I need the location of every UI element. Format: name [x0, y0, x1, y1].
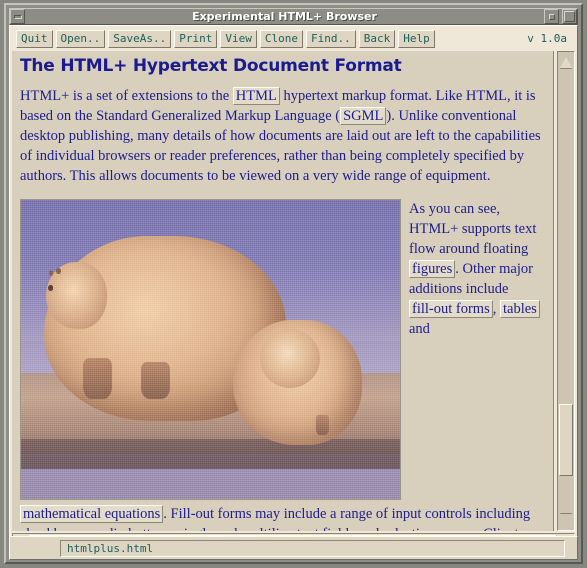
maximize-button[interactable] [562, 9, 577, 24]
link-tables[interactable]: tables [499, 300, 540, 318]
browser-window: Experimental HTML+ Browser Quit Open.. S… [0, 0, 587, 568]
back-button[interactable]: Back [358, 29, 396, 48]
paragraph-intro: HTML+ is a set of extensions to the HTML… [20, 86, 545, 186]
scroll-up-arrow-icon[interactable] [560, 57, 572, 68]
clone-button[interactable]: Clone [259, 29, 303, 48]
minimize-icon [13, 14, 22, 19]
para1-text-a: HTML+ is a set of extensions to the [20, 88, 233, 104]
photo-dither-noise [21, 200, 400, 499]
link-mathematical-equations[interactable]: mathematical equations [20, 505, 164, 523]
restore-button[interactable] [544, 9, 559, 24]
para2-text-c: , [492, 301, 500, 317]
scroll-down-arrow-icon[interactable] [560, 514, 572, 525]
client-area: Quit Open.. SaveAs.. Print View Clone Fi… [9, 25, 578, 559]
status-filename-field[interactable]: htmlplus.html [60, 540, 565, 557]
open-button[interactable]: Open.. [55, 29, 106, 48]
maximize-icon [564, 11, 575, 22]
link-html[interactable]: HTML [232, 87, 280, 105]
status-filename: htmlplus.html [67, 542, 154, 555]
version-label: v 1.0a [527, 32, 567, 45]
document-viewport: The HTML+ Hypertext Document Format HTML… [12, 51, 575, 531]
bear-photo [21, 200, 400, 499]
print-button[interactable]: Print [174, 29, 218, 48]
page-title: The HTML+ Hypertext Document Format [20, 56, 402, 76]
vertical-scroll-thumb[interactable] [559, 404, 573, 476]
document-canvas: The HTML+ Hypertext Document Format HTML… [12, 51, 554, 531]
link-figures[interactable]: figures [409, 260, 456, 278]
window-title: Experimental HTML+ Browser [192, 10, 377, 23]
title-bar[interactable]: Experimental HTML+ Browser [9, 8, 578, 25]
vertical-scrollbar[interactable] [557, 51, 575, 531]
help-button[interactable]: Help [398, 29, 435, 48]
quit-button[interactable]: Quit [16, 29, 53, 48]
view-button[interactable]: View [220, 29, 257, 48]
toolbar: Quit Open.. SaveAs.. Print View Clone Fi… [10, 26, 577, 51]
minimize-button[interactable] [10, 9, 25, 24]
figure-bears[interactable] [20, 199, 401, 500]
status-bar: htmlplus.html [9, 536, 578, 560]
para2-text-d: and [409, 321, 430, 337]
restore-icon [548, 13, 555, 20]
find-button[interactable]: Find.. [305, 29, 356, 48]
saveas-button[interactable]: SaveAs.. [108, 29, 172, 48]
link-fill-out-forms[interactable]: fill-out forms [409, 300, 493, 318]
link-sgml[interactable]: SGML [340, 107, 387, 125]
para2-text-a: As you can see, HTML+ supports text flow… [409, 201, 537, 257]
